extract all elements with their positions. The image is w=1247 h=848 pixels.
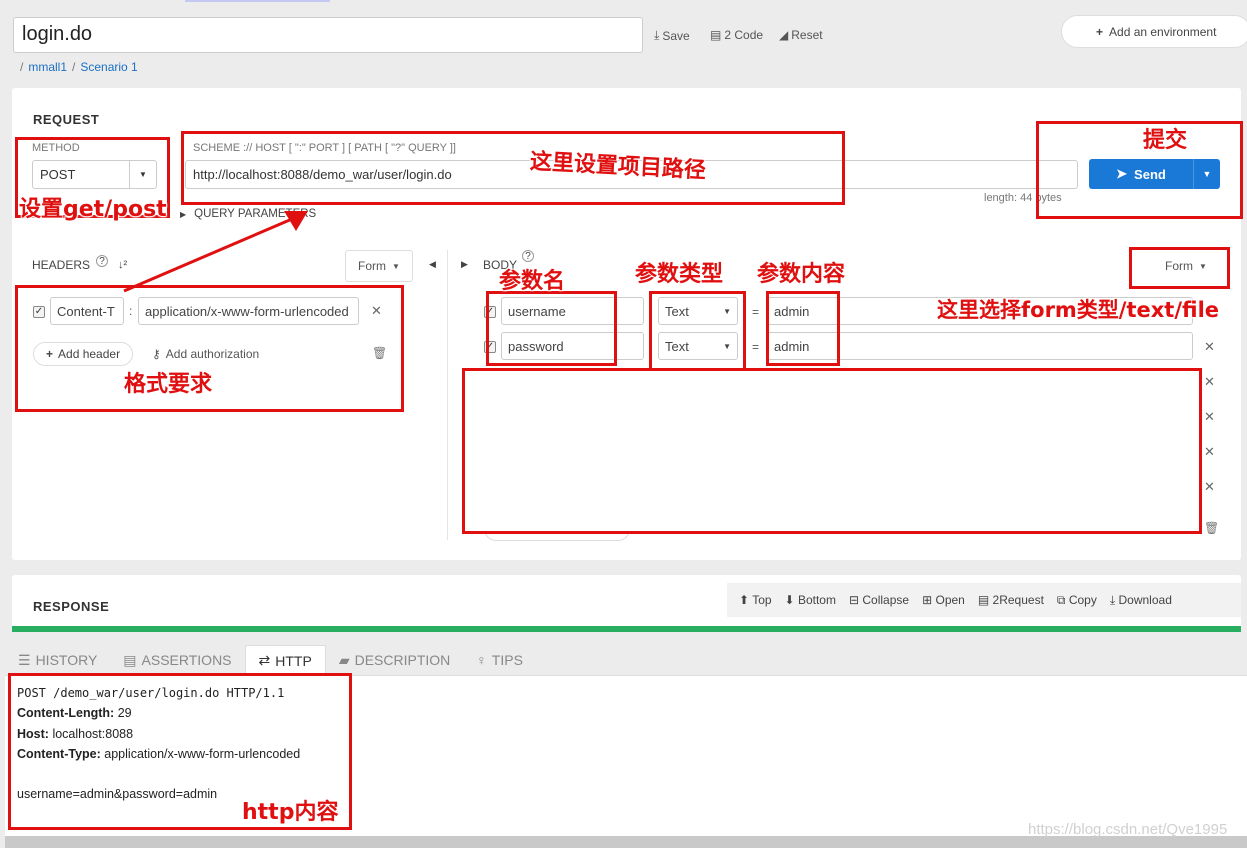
request-heading: REQUEST	[33, 112, 100, 127]
collapse-button[interactable]: ⊟ Collapse	[849, 593, 909, 607]
annotation-param-name: 参数名	[499, 269, 566, 294]
response-progress-bar	[12, 626, 1241, 632]
copy-button[interactable]: ⧉ Copy	[1057, 593, 1097, 608]
bottom-label: Bottom	[797, 593, 836, 607]
download-button[interactable]: ⤓ Download	[1110, 593, 1172, 608]
response-toolbar: ⬆ Top ⬇ Bottom ⊟ Collapse ⊞ Open ▤ 2Requ…	[727, 583, 1241, 617]
exchange-icon: ⇄	[258, 652, 271, 668]
copy-label: Copy	[1068, 592, 1097, 607]
body-empty-rows-box	[462, 368, 1202, 534]
download-label: Download	[1118, 592, 1172, 607]
to-request-button[interactable]: ▤ 2Request	[978, 593, 1044, 607]
help-icon[interactable]: ?	[522, 250, 535, 262]
collapse-left-icon[interactable]: ◀	[429, 259, 436, 270]
breadcrumb: / mmall1 / Scenario 1	[20, 60, 138, 74]
book-icon: ▰	[338, 651, 350, 668]
equals-separator: =	[752, 340, 760, 354]
body-mode-highlight-box	[1129, 247, 1230, 289]
headers-title: HEADERS ? ↓²	[32, 255, 127, 272]
param-name-highlight-box	[486, 291, 617, 366]
minus-square-icon: ⊟	[848, 593, 860, 607]
tab-description-label: DESCRIPTION	[354, 652, 451, 668]
request-name-input[interactable]: login.do	[13, 17, 643, 53]
send-highlight-box	[1036, 121, 1243, 219]
param-value-highlight-box	[766, 291, 840, 366]
remove-param-icon[interactable]: ✕	[1204, 409, 1215, 425]
reset-label: Reset	[791, 28, 823, 42]
help-icon[interactable]: ?	[96, 255, 109, 267]
annotation-method: 设置get/post	[19, 197, 167, 222]
tab-http-label: HTTP	[275, 652, 312, 669]
tab-description[interactable]: ▰ DESCRIPTION	[326, 645, 463, 675]
url-highlight-box	[181, 131, 845, 205]
arrow-up-circle-icon: ⬆	[739, 593, 750, 607]
lightbulb-icon: ♀	[476, 652, 487, 668]
param-type-highlight-box	[649, 291, 746, 372]
breadcrumb-project[interactable]: mmall1	[28, 60, 67, 74]
remove-param-icon[interactable]: ✕	[1204, 479, 1215, 495]
eraser-icon: ◢	[779, 28, 789, 42]
to-request-label: 2Request	[992, 593, 1044, 607]
equals-separator: =	[752, 305, 760, 319]
annotation-http-content: http内容	[242, 800, 339, 825]
caret-down-icon: ▼	[392, 261, 400, 271]
collapse-right-icon[interactable]: ▶	[461, 259, 468, 270]
tab-history[interactable]: ☰ HISTORY	[5, 645, 110, 675]
annotation-submit: 提交	[1143, 128, 1188, 153]
tab-assertions-label: ASSERTIONS	[141, 652, 232, 668]
top-label: Top	[752, 593, 772, 607]
plus-square-icon: ⊞	[922, 593, 933, 607]
annotation-param-type: 参数类型	[635, 262, 724, 287]
split-divider[interactable]	[447, 250, 448, 540]
add-environment-label: Add an environment	[1109, 24, 1217, 39]
tab-tips[interactable]: ♀ TIPS	[463, 645, 536, 675]
tab-assertions[interactable]: ▤ ASSERTIONS	[110, 645, 244, 675]
open-button[interactable]: ⊞ Open	[922, 593, 965, 607]
add-environment-button[interactable]: + Add an environment	[1061, 15, 1247, 48]
annotation-form-type: 这里选择form类型/text/file	[937, 298, 1220, 322]
copy-icon: ⧉	[1056, 592, 1066, 607]
save-label: Save	[662, 28, 690, 43]
file-code-icon: ▤	[710, 28, 722, 42]
tab-http[interactable]: ⇄ HTTP	[244, 645, 326, 675]
tab-tips-label: TIPS	[491, 652, 523, 668]
headers-mode-dropdown[interactable]: Form ▼	[345, 250, 413, 282]
headers-mode-label: Form	[358, 259, 387, 273]
headers-label: HEADERS	[32, 258, 91, 272]
trash-icon[interactable]: 🗑	[1204, 521, 1219, 535]
collapse-label: Collapse	[862, 593, 910, 607]
code-label: 2 Code	[724, 28, 764, 42]
open-label: Open	[935, 593, 965, 607]
tab-history-label: HISTORY	[35, 652, 98, 668]
save-icon: ⤓	[654, 28, 660, 42]
file-icon: ▤	[977, 593, 990, 607]
remove-param-icon[interactable]: ✕	[1204, 374, 1215, 390]
remove-param-icon[interactable]: ✕	[1204, 339, 1215, 355]
bottom-tabs: ☰ HISTORY ▤ ASSERTIONS ⇄ HTTP ▰ DESCRIPTION …	[5, 645, 1247, 676]
arrow-down-circle-icon: ⬇	[784, 593, 795, 607]
bottom-button[interactable]: ⬇ Bottom	[785, 593, 836, 607]
top-tab-indicator	[185, 0, 330, 2]
download-icon: ⤓	[1109, 592, 1116, 607]
remove-param-icon[interactable]: ✕	[1204, 444, 1215, 460]
breadcrumb-scenario[interactable]: Scenario 1	[80, 60, 137, 74]
top-button[interactable]: ⬆ Top	[739, 593, 772, 607]
annotation-param-value: 参数内容	[757, 262, 846, 287]
plus-icon: +	[1096, 24, 1104, 39]
annotation-format: 格式要求	[124, 372, 213, 397]
watermark: https://blog.csdn.net/Qve1995	[1028, 821, 1228, 838]
list-icon: ☰	[18, 651, 31, 668]
code-button[interactable]: ▤ 2 Code	[710, 28, 763, 42]
save-button[interactable]: ⤓ Save	[654, 28, 690, 43]
reset-button[interactable]: ◢ Reset	[779, 28, 823, 42]
table-icon: ▤	[123, 651, 137, 668]
response-heading: RESPONSE	[33, 599, 110, 614]
